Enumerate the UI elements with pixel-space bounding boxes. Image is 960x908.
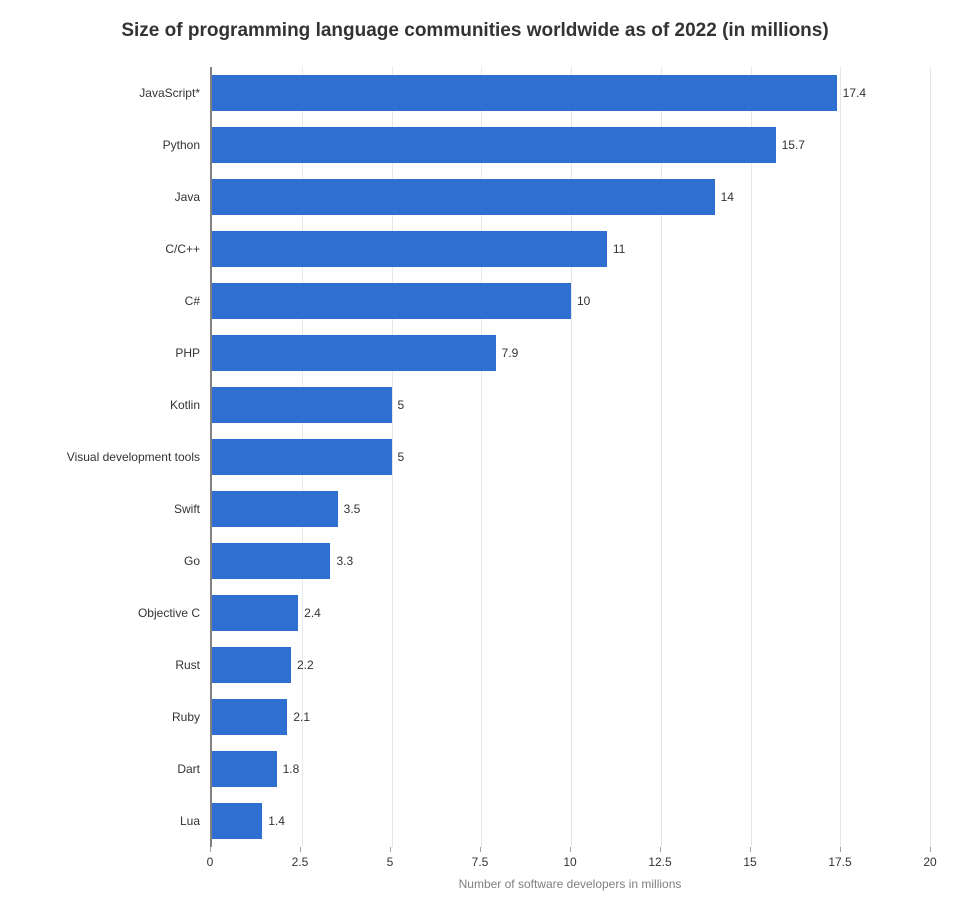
x-axis: 02.557.51012.51517.520 Number of softwar…: [210, 847, 930, 887]
y-axis-category-label: Kotlin: [170, 398, 200, 412]
bar: [212, 491, 338, 527]
x-tick-mark: [210, 847, 211, 852]
bar: [212, 387, 392, 423]
bar-value-label: 17.4: [843, 86, 866, 100]
y-axis-category-label: JavaScript*: [139, 86, 200, 100]
bar-value-label: 1.4: [268, 814, 285, 828]
x-tick-mark: [570, 847, 571, 852]
bar: [212, 439, 392, 475]
gridline: [930, 67, 931, 847]
bar: [212, 75, 837, 111]
x-tick-mark: [300, 847, 301, 852]
y-axis-category-label: Swift: [174, 502, 200, 516]
bar-value-label: 3.5: [344, 502, 361, 516]
chart-container: Size of programming language communities…: [0, 0, 960, 908]
bar: [212, 179, 715, 215]
x-tick-mark: [930, 847, 931, 852]
bar: [212, 803, 262, 839]
bar-value-label: 10: [577, 294, 590, 308]
y-axis-labels: JavaScript* Python Java C/C++ C# PHP Kotlin Vis…: [20, 67, 210, 847]
x-tick-mark: [480, 847, 481, 852]
y-axis-category-label: Python: [163, 138, 200, 152]
gridline: [840, 67, 841, 847]
bar-value-label: 2.4: [304, 606, 321, 620]
x-tick-label: 15: [743, 855, 756, 869]
x-tick-label: 10: [563, 855, 576, 869]
bar-value-label: 1.8: [283, 762, 300, 776]
bar-value-label: 14: [721, 190, 734, 204]
bar-value-label: 2.1: [293, 710, 310, 724]
x-tick-label: 0: [207, 855, 214, 869]
x-tick-mark: [660, 847, 661, 852]
bar: [212, 751, 277, 787]
y-axis-category-label: Java: [175, 190, 200, 204]
y-axis-category-label: Dart: [177, 762, 200, 776]
bar-value-label: 15.7: [782, 138, 805, 152]
bars-region: 17.4 15.7 14 11 10 7.9 5 5 3.5 3.3 2.4 2.2 2.1 1.8 1.4: [210, 67, 930, 847]
x-axis-label: Number of software developers in million…: [210, 877, 930, 891]
bar-value-label: 5: [398, 450, 405, 464]
bar: [212, 595, 298, 631]
bar: [212, 231, 607, 267]
plot-area: JavaScript* Python Java C/C++ C# PHP Kotlin Vis…: [20, 67, 930, 847]
bar: [212, 647, 291, 683]
x-tick-label: 20: [923, 855, 936, 869]
x-tick-label: 17.5: [828, 855, 851, 869]
bar-value-label: 3.3: [336, 554, 353, 568]
chart-title: Size of programming language communities…: [20, 20, 930, 42]
x-tick-mark: [840, 847, 841, 852]
x-tick-label: 12.5: [648, 855, 671, 869]
bar-value-label: 2.2: [297, 658, 314, 672]
bar-value-label: 7.9: [502, 346, 519, 360]
y-axis-category-label: Visual development tools: [67, 450, 200, 464]
bar-value-label: 5: [398, 398, 405, 412]
y-axis-category-label: C/C++: [165, 242, 200, 256]
bar: [212, 283, 571, 319]
x-tick-label: 5: [387, 855, 394, 869]
y-axis-category-label: C#: [185, 294, 200, 308]
x-tick-label: 7.5: [472, 855, 489, 869]
gridline: [751, 67, 752, 847]
y-axis-category-label: Lua: [180, 814, 200, 828]
bar: [212, 699, 287, 735]
bar-value-label: 11: [613, 242, 625, 256]
x-tick-mark: [750, 847, 751, 852]
x-tick-mark: [390, 847, 391, 852]
y-axis-category-label: Rust: [175, 658, 200, 672]
y-axis-category-label: Go: [184, 554, 200, 568]
bar: [212, 127, 776, 163]
y-axis-category-label: Objective C: [138, 606, 200, 620]
y-axis-category-label: PHP: [175, 346, 200, 360]
y-axis-category-label: Ruby: [172, 710, 200, 724]
bar: [212, 335, 496, 371]
bar: [212, 543, 330, 579]
x-tick-label: 2.5: [292, 855, 309, 869]
